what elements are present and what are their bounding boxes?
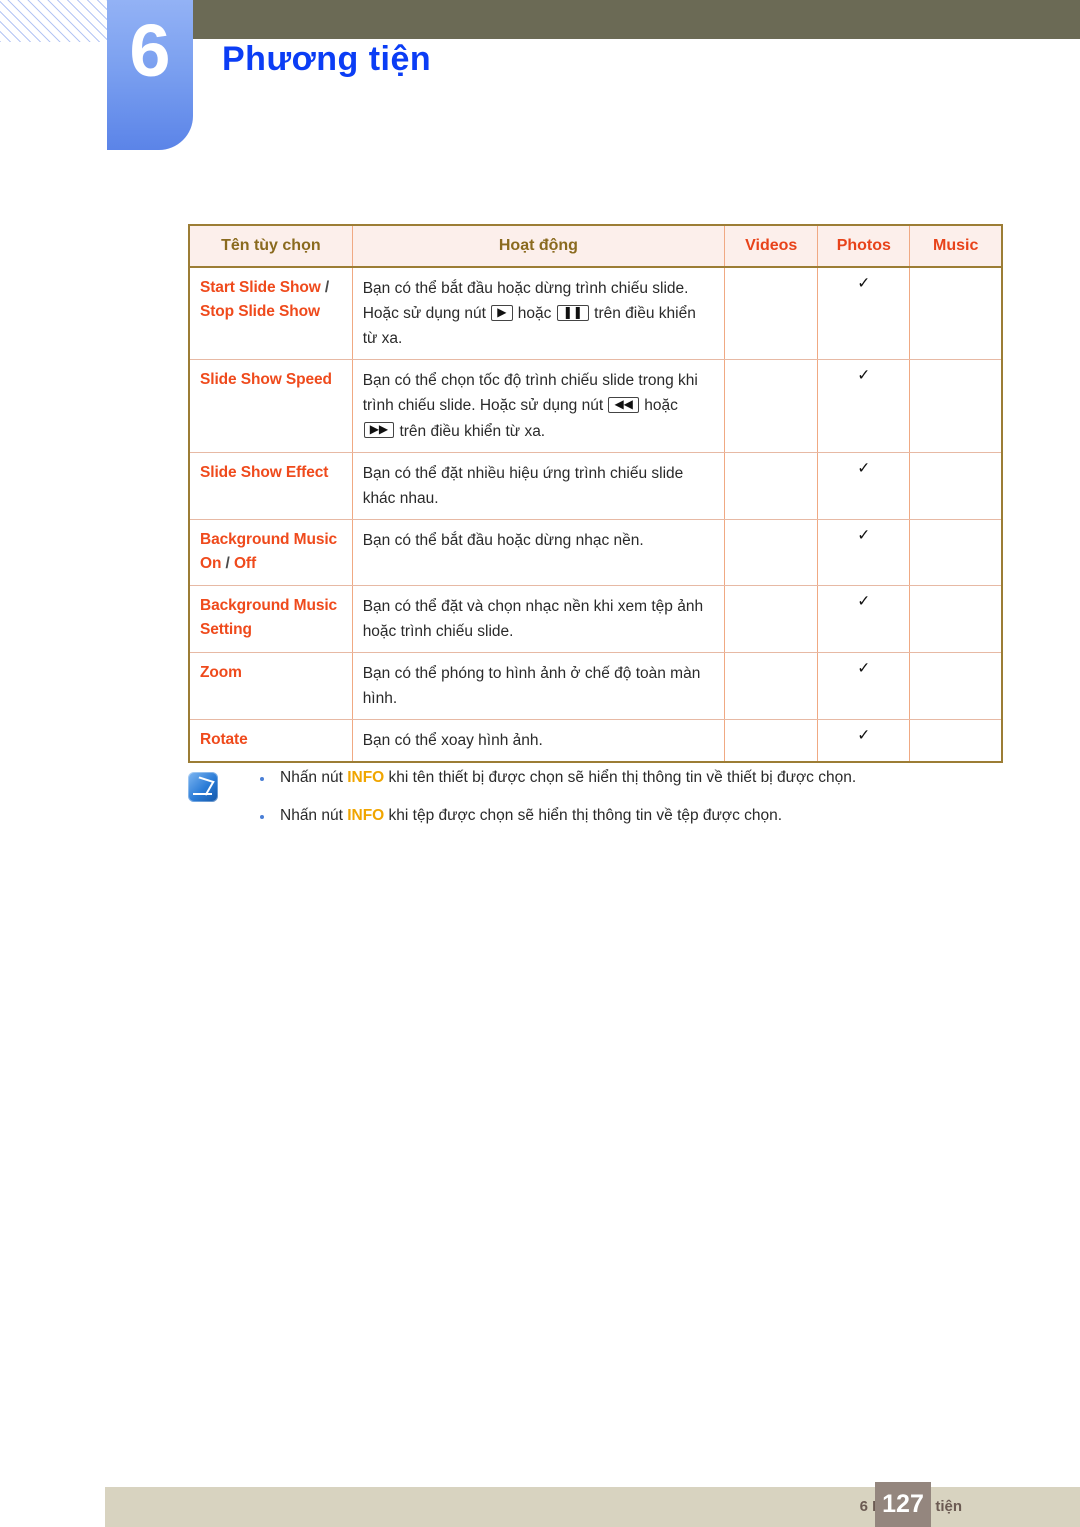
column-header-photos: Photos [817,224,911,268]
videos-support-cell [724,451,819,520]
music-support-cell [909,518,1004,586]
table-row: Slide Show Speed Bạn có thể chọn tốc độ … [187,359,1004,453]
option-name-part1: Start Slide Show [200,279,321,296]
hatch-decoration [0,0,110,42]
photos-support-cell: ✓ [817,266,911,361]
videos-support-cell [724,359,819,453]
media-options-table: Tên tùy chọn Hoạt động Videos Photos Mus… [187,224,1004,764]
music-support-cell [909,584,1004,654]
option-name-part1: Slide Show Effect [200,463,329,481]
photos-support-cell: ✓ [817,451,911,520]
option-name-cell: Start Slide Show / Stop Slide Show [187,266,353,361]
table-row: Background Music On / Off Bạn có thể bắt… [187,518,1004,586]
page-footer-bar: 6 Phương tiện [105,1487,1080,1527]
option-description-cell: Bạn có thể đặt và chọn nhạc nền khi xem … [351,584,726,654]
column-header-option-name: Tên tùy chọn [187,224,353,268]
page-header: 6 Phương tiện [0,0,1080,160]
option-description-cell: Bạn có thể xoay hình ảnh. [351,719,726,764]
desc-text-c: trên điều khiển từ xa. [395,422,546,440]
fast-forward-key-icon: ▶▶ [363,422,395,439]
photos-support-cell: ✓ [817,652,911,721]
videos-support-cell [724,719,819,764]
option-name-cell: Rotate [187,719,353,764]
table-body: Start Slide Show / Stop Slide Show Bạn c… [187,266,1004,764]
videos-support-cell [724,266,819,361]
option-name-part1: Background Music Setting [200,596,338,639]
option-name-part2: Off [233,555,257,573]
option-description-cell: Bạn có thể đặt nhiều hiệu ứng trình chiế… [351,451,726,520]
note-list: Nhấn nút INFO khi tên thiết bị được chọn… [188,768,1003,827]
option-name-separator: / [320,279,330,296]
column-header-action: Hoạt động [351,224,726,268]
photos-support-cell: ✓ [817,359,911,453]
table-row: Background Music Setting Bạn có thể đặt … [187,584,1004,654]
column-header-music: Music [909,224,1004,268]
music-support-cell [909,719,1004,764]
column-header-videos: Videos [724,224,819,268]
option-name-part1: Rotate [200,731,248,749]
info-keyword: INFO [347,806,385,824]
videos-support-cell [724,652,819,721]
note-text-before: Nhấn nút [280,769,348,786]
music-support-cell [909,451,1004,520]
note-text-after: khi tên thiết bị được chọn sẽ hiển thị t… [384,769,857,786]
table-row: Start Slide Show / Stop Slide Show Bạn c… [187,266,1004,361]
chapter-number-badge: 6 [107,0,193,150]
option-name-separator: / [221,555,234,573]
option-name-cell: Background Music Setting [187,584,353,654]
music-support-cell [909,652,1004,721]
music-support-cell [909,266,1004,361]
photos-support-cell: ✓ [817,518,911,586]
option-name-part2: Stop Slide Show [200,303,320,321]
chapter-number: 6 [129,9,171,92]
pause-key-icon: ❚❚ [556,305,589,322]
note-text-after: khi tệp được chọn sẽ hiển thị thông tin … [384,806,783,824]
page-title: Phương tiện [222,40,432,78]
table-header-row: Tên tùy chọn Hoạt động Videos Photos Mus… [187,224,1004,268]
rewind-key-icon: ◀◀ [608,397,639,414]
table-row: Zoom Bạn có thể phóng to hình ảnh ở chế … [187,652,1004,721]
info-keyword: INFO [347,769,385,786]
photos-support-cell: ✓ [817,584,911,654]
table-row: Rotate Bạn có thể xoay hình ảnh. ✓ [187,719,1004,764]
option-name-cell: Zoom [187,652,353,721]
videos-support-cell [724,518,819,586]
table-row: Slide Show Effect Bạn có thể đặt nhiều h… [187,451,1004,520]
option-name-cell: Slide Show Effect [187,451,353,520]
option-description-cell: Bạn có thể bắt đầu hoặc dừng nhạc nền. [351,518,726,586]
option-name-cell: Background Music On / Off [187,518,353,586]
option-description-cell: Bạn có thể phóng to hình ảnh ở chế độ to… [351,652,726,721]
option-name-cell: Slide Show Speed [187,359,353,453]
header-olive-bar [190,0,1080,39]
note-text-before: Nhấn nút [280,806,348,824]
play-key-icon: ▶ [491,305,513,322]
photos-support-cell: ✓ [817,719,911,764]
note-block: Nhấn nút INFO khi tên thiết bị được chọn… [188,768,1003,844]
media-options-table-wrapper: Tên tùy chọn Hoạt động Videos Photos Mus… [187,224,1004,764]
option-name-part1: Slide Show Speed [200,371,332,389]
option-description-cell: Bạn có thể bắt đầu hoặc dừng trình chiếu… [351,266,726,361]
music-support-cell [909,359,1004,453]
desc-text-b: hoặc [513,305,556,323]
page-number-badge: 127 [875,1482,931,1527]
option-name-part1: Zoom [200,664,242,682]
option-description-cell: Bạn có thể chọn tốc độ trình chiếu slide… [351,359,726,453]
list-item: Nhấn nút INFO khi tệp được chọn sẽ hiển … [188,806,1003,827]
desc-text-b: hoặc [639,397,678,415]
list-item: Nhấn nút INFO khi tên thiết bị được chọn… [188,768,1003,789]
videos-support-cell [724,584,819,654]
